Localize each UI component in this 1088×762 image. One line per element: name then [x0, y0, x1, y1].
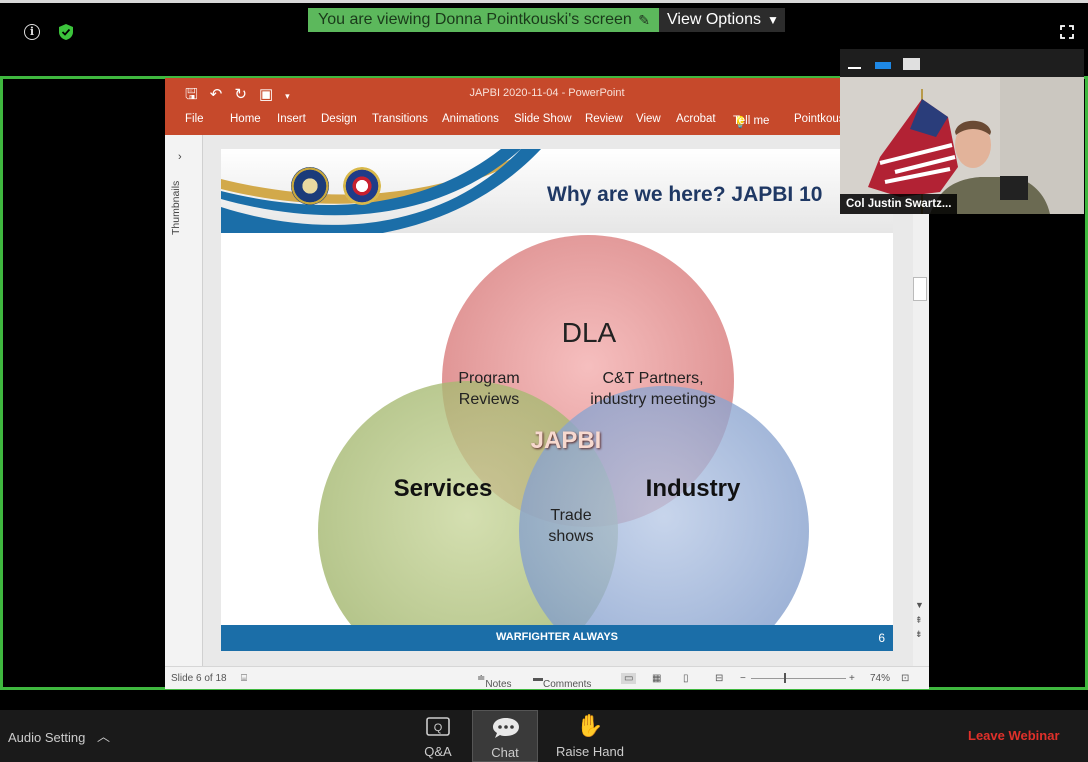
vertical-scrollbar[interactable]: ▼ ⇞ ⇟: [913, 135, 929, 666]
tab-animations[interactable]: Animations: [442, 113, 499, 125]
slide-count: Slide 6 of 18: [171, 673, 227, 684]
next-slide-icon[interactable]: ⇟: [915, 629, 923, 640]
partners-label: C&T Partners, industry meetings: [573, 368, 733, 410]
tab-home[interactable]: Home: [230, 113, 261, 125]
tab-user[interactable]: Pointkous: [794, 113, 845, 125]
tab-transitions[interactable]: Transitions: [372, 113, 428, 125]
tab-file[interactable]: File: [185, 113, 204, 125]
status-bar: Slide 6 of 18 ⌸ ≐ Notes ▬ Comments ▭ ▦ ▯…: [165, 666, 929, 690]
view-options-button[interactable]: View Options ▼: [659, 8, 785, 32]
thumbnails-pane[interactable]: › Thumbnails: [165, 135, 203, 666]
zoom-level[interactable]: 74%: [870, 673, 890, 684]
tab-design[interactable]: Design: [321, 113, 357, 125]
japbi-label: JAPBI: [530, 427, 602, 454]
slide-header: Why are we here? JAPBI 10: [221, 149, 893, 233]
notes-label: Notes: [485, 679, 512, 690]
program-reviews-line-1: Program: [458, 370, 520, 387]
ppt-titlebar: 🖫 ↶ ↻ ▣ ▾ JAPBI 2020-11-04 - PowerPoint File…: [165, 78, 929, 135]
info-icon[interactable]: i: [24, 24, 40, 40]
leave-webinar-button[interactable]: Leave Webinar: [968, 728, 1060, 743]
tab-view[interactable]: View: [636, 113, 661, 125]
slideshow-view-icon[interactable]: ⊟: [715, 673, 723, 684]
ppt-body: › Thumbnails Why are we here? JAPBI 10 D…: [165, 135, 929, 666]
dod-seal-logo: [291, 167, 329, 205]
tab-insert[interactable]: Insert: [277, 113, 306, 125]
webcam-panel: Col Justin Swartz...: [840, 49, 1084, 214]
shield-check-icon[interactable]: [58, 23, 74, 41]
qa-button[interactable]: Q Q&A: [420, 710, 456, 762]
maximize-video-icon[interactable]: [903, 58, 920, 70]
footer-text: WARFIGHTER ALWAYS: [495, 631, 619, 643]
qa-label: Q&A: [424, 744, 452, 759]
partners-line-2: industry meetings: [590, 391, 716, 408]
chevron-down-icon: ▼: [766, 13, 779, 27]
pen-icon[interactable]: ✎: [638, 8, 650, 32]
webcam-controls: [840, 49, 1084, 77]
document-title: JAPBI 2020-11-04 - PowerPoint: [469, 87, 625, 99]
zoom-webinar-window: i You are viewing Donna Pointkouski's sc…: [0, 0, 1088, 762]
spellcheck-icon[interactable]: ⌸: [241, 673, 247, 684]
svg-text:Q: Q: [434, 722, 443, 734]
chat-button[interactable]: Chat: [472, 710, 538, 762]
side-by-side-icon[interactable]: [875, 62, 891, 69]
ribbon-tabs: File Home Insert Design Transitions Anim…: [165, 111, 929, 131]
fullscreen-icon[interactable]: [1060, 25, 1074, 39]
speaker-name: Col Justin Swartz...: [840, 194, 958, 214]
industry-label: Industry: [645, 475, 741, 502]
zoom-out-button[interactable]: −: [740, 673, 746, 684]
raise-hand-icon: ✋: [576, 713, 604, 738]
minimize-video-icon[interactable]: [848, 67, 861, 69]
reading-view-icon[interactable]: ▯: [683, 673, 689, 684]
normal-view-icon[interactable]: ▭: [621, 673, 637, 684]
trade-shows-label: Trade shows: [531, 505, 611, 547]
tab-slide-show[interactable]: Slide Show: [514, 113, 572, 125]
viewing-banner-text: You are viewing Donna Pointkouski's scre…: [318, 11, 632, 28]
previous-slide-icon[interactable]: ⇞: [915, 615, 923, 626]
speaker-video: Col Justin Swartz...: [840, 77, 1084, 214]
slide[interactable]: Why are we here? JAPBI 10 DLA Services I…: [221, 149, 893, 651]
program-reviews-label: Program Reviews: [437, 368, 541, 410]
dla-label: DLA: [561, 317, 617, 348]
thumbnails-label: Thumbnails: [170, 180, 182, 235]
tab-acrobat[interactable]: Acrobat: [676, 113, 716, 125]
partners-line-1: C&T Partners,: [602, 370, 704, 387]
bottom-toolbar: Audio Setting ︿ Q Q&A Chat ✋ Raise Hand …: [0, 710, 1088, 762]
slide-title: Why are we here? JAPBI 10: [547, 183, 823, 206]
slide-footer: WARFIGHTER ALWAYS 6: [221, 625, 893, 651]
tell-me-label: Tell me: [733, 115, 770, 127]
scroll-down-icon[interactable]: ▼: [915, 600, 924, 610]
raise-hand-button[interactable]: ✋ Raise Hand: [552, 710, 628, 762]
view-options-label: View Options: [667, 11, 761, 28]
notes-button[interactable]: ≐ Notes: [477, 673, 512, 690]
zoom-in-button[interactable]: +: [849, 673, 855, 684]
dla-seal-logo: [343, 167, 381, 205]
zoom-slider-thumb[interactable]: [784, 673, 786, 683]
qa-icon: Q: [426, 717, 450, 736]
chat-label: Chat: [491, 745, 519, 760]
chat-icon: [493, 718, 519, 738]
trade-shows-line-1: Trade: [550, 507, 592, 524]
tab-review[interactable]: Review: [585, 113, 623, 125]
scrollbar-thumb[interactable]: [913, 277, 927, 301]
comments-label: Comments: [543, 679, 592, 690]
program-reviews-line-2: Reviews: [458, 391, 520, 408]
fit-slide-icon[interactable]: ⊡: [901, 673, 909, 684]
zoom-slider-track[interactable]: [751, 678, 846, 679]
services-label: Services: [393, 475, 493, 502]
slide-sorter-icon[interactable]: ▦: [652, 673, 661, 684]
comments-button[interactable]: ▬ Comments: [533, 673, 591, 690]
trade-shows-line-2: shows: [548, 528, 594, 545]
audio-setting-button[interactable]: Audio Setting: [8, 730, 85, 745]
expand-thumbnails-icon[interactable]: ›: [178, 151, 182, 163]
slide-number: 6: [878, 631, 885, 645]
viewing-banner: You are viewing Donna Pointkouski's scre…: [308, 8, 660, 32]
powerpoint-window: 🖫 ↶ ↻ ▣ ▾ JAPBI 2020-11-04 - PowerPoint File…: [165, 78, 929, 690]
raise-hand-label: Raise Hand: [556, 744, 624, 759]
chevron-up-icon[interactable]: ︿: [97, 726, 110, 745]
